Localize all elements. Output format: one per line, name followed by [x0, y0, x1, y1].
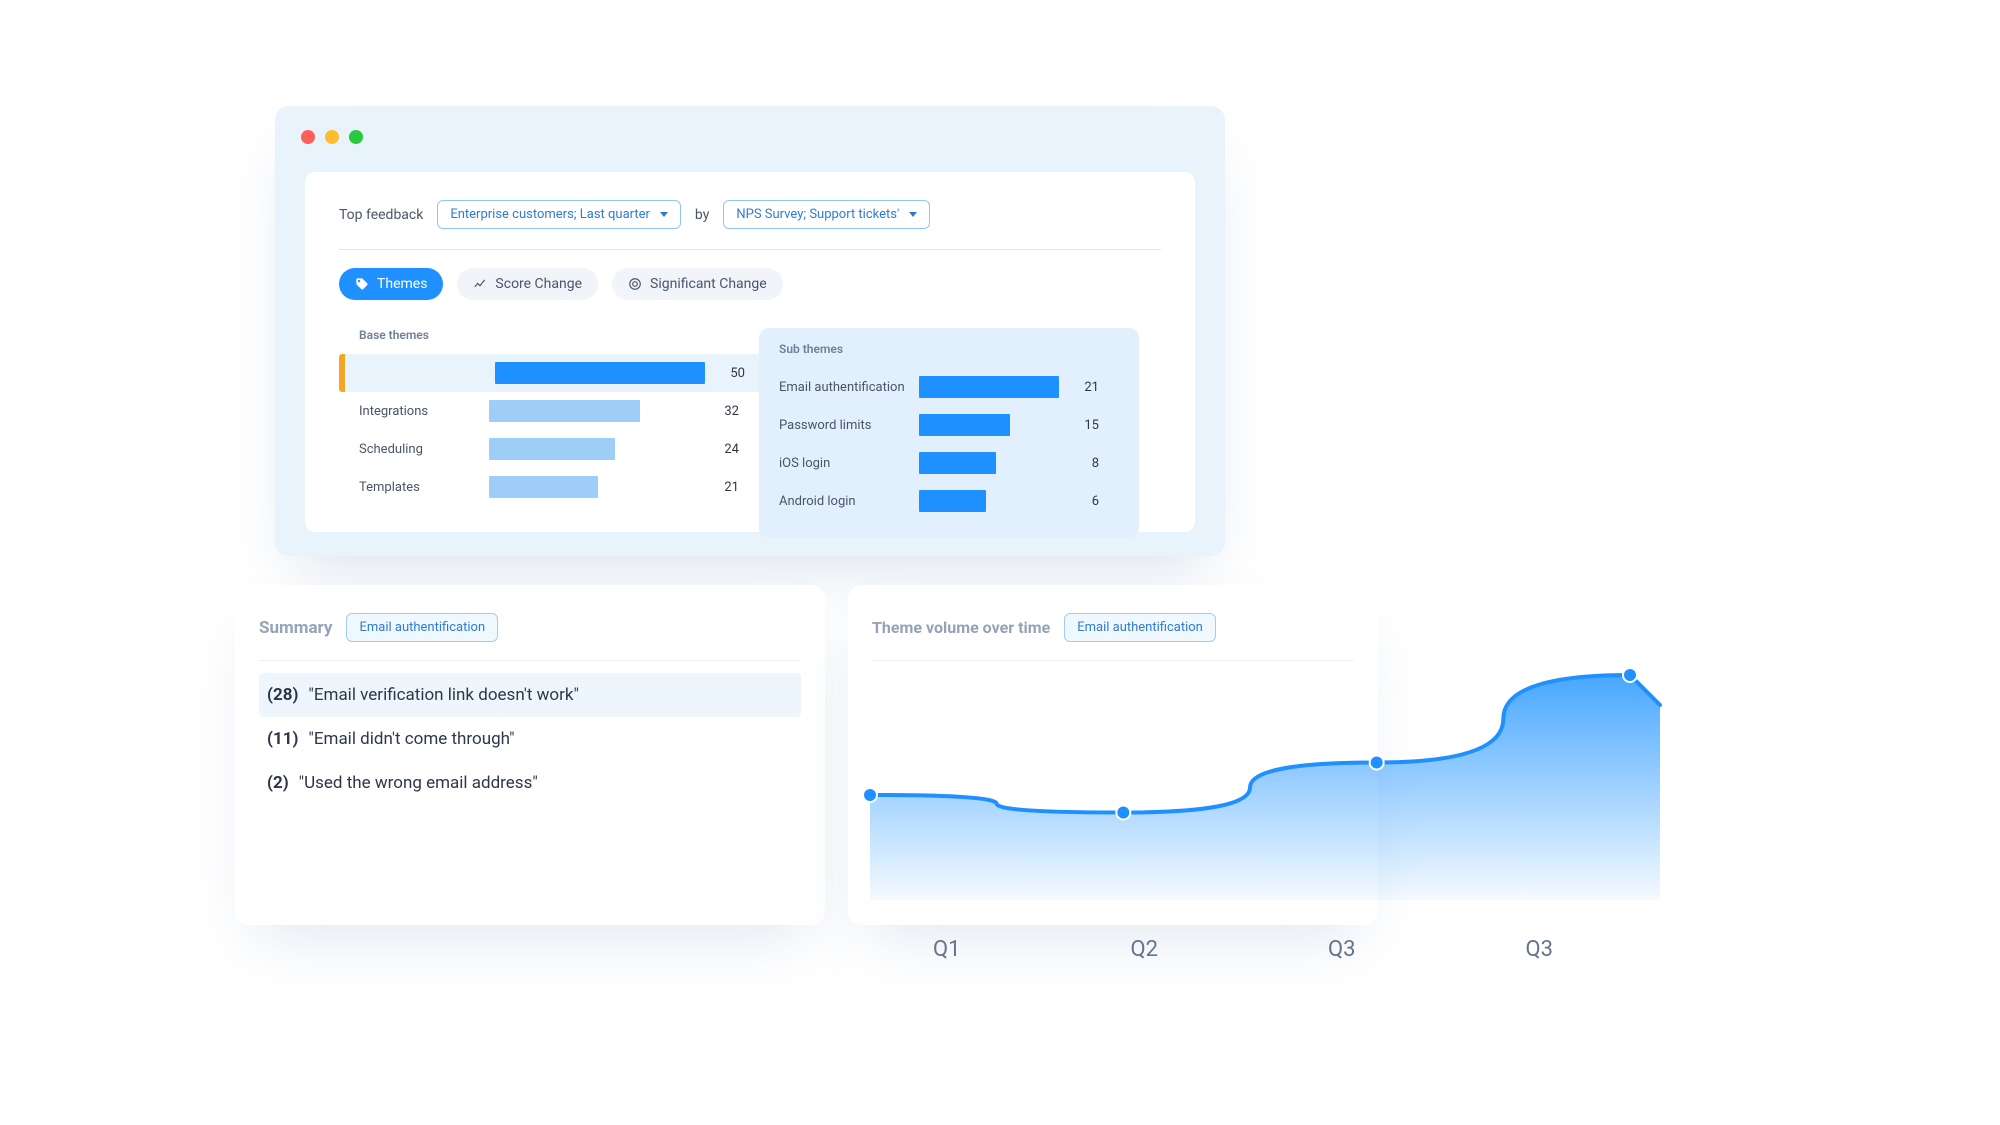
divider	[339, 249, 1161, 250]
x-tick: Q3	[1441, 937, 1639, 962]
base-theme-label: Scheduling	[339, 442, 489, 457]
summary-item[interactable]: (2) "Used the wrong email address"	[259, 761, 801, 805]
sub-theme-value: 6	[1059, 494, 1099, 509]
themes-area: Base themes 50 Integrations 32 Schedulin…	[339, 328, 1161, 538]
summary-header: Summary Email authentification	[259, 613, 801, 661]
bar-track	[919, 376, 1059, 398]
feedback-dashboard-card: Top feedback Enterprise customers; Last …	[275, 106, 1225, 556]
chevron-down-icon	[660, 212, 668, 217]
bar-track	[495, 362, 705, 384]
base-theme-value: 50	[705, 366, 745, 381]
summary-text: "Used the wrong email address"	[299, 773, 538, 793]
summary-item[interactable]: (11) "Email didn't come through"	[259, 717, 801, 761]
base-theme-label: Integrations	[339, 404, 489, 419]
dashboard-panel: Top feedback Enterprise customers; Last …	[305, 172, 1195, 532]
tab-row: Themes Score Change Significant Change	[339, 268, 1161, 300]
tab-significant-change[interactable]: Significant Change	[612, 268, 783, 300]
chart-x-axis: Q1 Q2 Q3 Q3	[848, 937, 1638, 962]
sub-theme-label: iOS login	[779, 456, 919, 471]
sub-theme-label: Android login	[779, 494, 919, 509]
tag-icon	[355, 277, 369, 291]
close-icon[interactable]	[301, 130, 315, 144]
summary-card: Summary Email authentification (28) "Ema…	[235, 585, 825, 925]
maximize-icon[interactable]	[349, 130, 363, 144]
filter-row: Top feedback Enterprise customers; Last …	[339, 200, 1161, 229]
base-theme-label: Templates	[339, 480, 489, 495]
window-traffic-lights	[301, 130, 363, 144]
chevron-down-icon	[909, 212, 917, 217]
base-theme-value: 24	[699, 442, 739, 457]
source-select-value: NPS Survey; Support tickets'	[736, 207, 899, 222]
summary-title: Summary	[259, 618, 332, 638]
sub-themes-column: Sub themes Email authentification 21 Pas…	[759, 328, 1139, 538]
sub-theme-value: 21	[1059, 380, 1099, 395]
bar-fill	[919, 490, 986, 512]
bar-track	[489, 476, 699, 498]
tab-score-change-label: Score Change	[495, 276, 582, 292]
bar-track	[489, 438, 699, 460]
volume-chart-card: Theme volume over time Email authentific…	[848, 585, 1378, 925]
sub-themes-header: Sub themes	[779, 342, 1119, 356]
summary-text: "Email verification link doesn't work"	[308, 685, 578, 705]
tab-score-change[interactable]: Score Change	[457, 268, 598, 300]
tab-themes-label: Themes	[377, 276, 427, 292]
bar-track	[489, 400, 699, 422]
top-feedback-label: Top feedback	[339, 207, 423, 223]
summary-item[interactable]: (28) "Email verification link doesn't wo…	[259, 673, 801, 717]
summary-text: "Email didn't come through"	[308, 729, 514, 749]
by-label: by	[695, 207, 709, 223]
tab-themes[interactable]: Themes	[339, 268, 443, 300]
bar-fill	[489, 400, 640, 422]
chart-filter-chip[interactable]: Email authentification	[1064, 613, 1216, 642]
bar-fill	[495, 362, 705, 384]
chart-icon	[473, 277, 487, 291]
sub-theme-row[interactable]: Android login 6	[779, 482, 1119, 520]
base-theme-row[interactable]: Scheduling 24	[339, 430, 769, 468]
bar-track	[919, 452, 1059, 474]
summary-count: (28)	[267, 685, 298, 705]
bar-fill	[919, 414, 1010, 436]
base-theme-row[interactable]: 50	[339, 354, 769, 392]
target-icon	[628, 277, 642, 291]
base-theme-row[interactable]: Templates 21	[339, 468, 769, 506]
sub-theme-label: Password limits	[779, 418, 919, 433]
base-theme-row[interactable]: Integrations 32	[339, 392, 769, 430]
base-themes-column: Base themes 50 Integrations 32 Schedulin…	[339, 328, 769, 538]
sub-theme-row[interactable]: Email authentification 21	[779, 368, 1119, 406]
base-theme-value: 32	[699, 404, 739, 419]
bar-fill	[489, 476, 598, 498]
bar-fill	[489, 438, 615, 460]
base-themes-header: Base themes	[339, 328, 769, 342]
bar-track	[919, 490, 1059, 512]
base-theme-value: 21	[699, 480, 739, 495]
sub-theme-value: 8	[1059, 456, 1099, 471]
segment-select[interactable]: Enterprise customers; Last quarter	[437, 200, 681, 229]
segment-select-value: Enterprise customers; Last quarter	[450, 207, 650, 222]
summary-count: (2)	[267, 773, 289, 793]
bar-fill	[919, 452, 996, 474]
bar-track	[919, 414, 1059, 436]
minimize-icon[interactable]	[325, 130, 339, 144]
source-select[interactable]: NPS Survey; Support tickets'	[723, 200, 930, 229]
summary-count: (11)	[267, 729, 298, 749]
x-tick: Q2	[1046, 937, 1244, 962]
sub-theme-row[interactable]: Password limits 15	[779, 406, 1119, 444]
sub-theme-value: 15	[1059, 418, 1099, 433]
summary-filter-chip[interactable]: Email authentification	[346, 613, 498, 642]
sub-theme-row[interactable]: iOS login 8	[779, 444, 1119, 482]
chart-title: Theme volume over time	[872, 618, 1050, 637]
sub-theme-label: Email authentification	[779, 380, 919, 395]
x-tick: Q1	[848, 937, 1046, 962]
bar-fill	[919, 376, 1059, 398]
x-tick: Q3	[1243, 937, 1441, 962]
chart-header: Theme volume over time Email authentific…	[872, 613, 1354, 661]
tab-significant-change-label: Significant Change	[650, 276, 767, 292]
